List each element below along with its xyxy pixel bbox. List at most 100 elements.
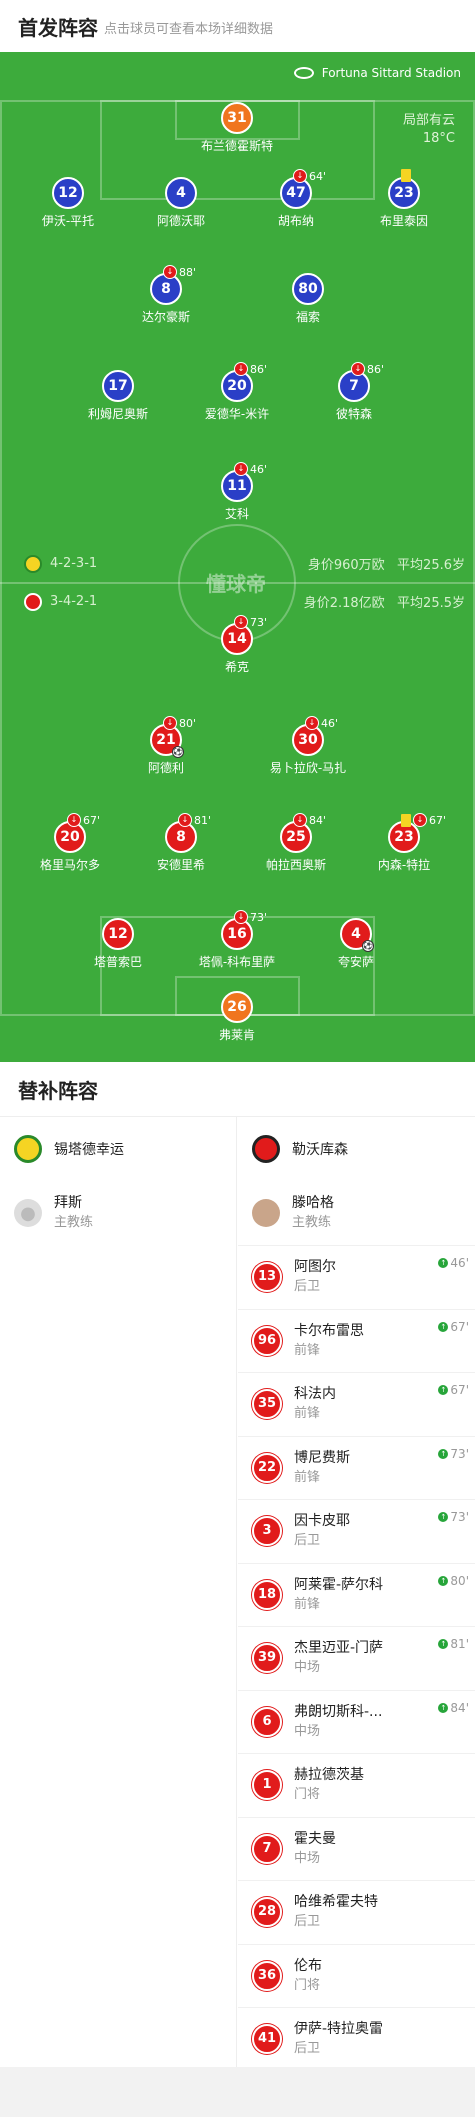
- away-coach[interactable]: 滕哈格 主教练: [238, 1181, 475, 1245]
- pitch-player[interactable]: 26 弗莱肯: [182, 991, 292, 1043]
- home-crest-icon: [14, 1135, 42, 1163]
- player-name: 塔普索巴: [93, 955, 142, 969]
- sub-name: 阿莱霍-萨尔科: [294, 1576, 384, 1593]
- pitch-player[interactable]: 11 ↓ 46' 艾科: [182, 462, 292, 522]
- pitch-player[interactable]: 30 ↓ 46' 易卜拉欣-马扎: [253, 716, 363, 776]
- sub-position: 前锋: [294, 1596, 321, 1612]
- player-event-badge: ↓ 73': [234, 910, 267, 924]
- player-number: 4: [165, 177, 197, 209]
- sub-name: 科法内: [294, 1386, 336, 1403]
- pitch-player[interactable]: 14 ↓ 73' 希克: [182, 615, 292, 675]
- sub-player-row[interactable]: 96 卡尔布雷思 前锋 ↑ 67': [238, 1308, 475, 1373]
- sub-out-icon: ↓: [305, 716, 319, 730]
- pitch-player[interactable]: 20 ↓ 86' 爱德华-米许: [182, 362, 292, 422]
- sub-in-icon: ↑: [438, 1258, 449, 1268]
- player-number: 4 ⚽: [340, 918, 374, 952]
- sub-player-row[interactable]: 18 阿莱霍-萨尔科 前锋 ↑ 80': [238, 1562, 475, 1627]
- pitch-player[interactable]: 23 布里泰因: [349, 169, 459, 229]
- player-name: 希克: [224, 660, 249, 674]
- player-event-badge: ↓ 64': [293, 169, 326, 183]
- player-name: 胡布纳: [277, 214, 314, 228]
- home-coach[interactable]: ● 拜斯 主教练: [0, 1181, 236, 1245]
- sub-out-icon: ↓: [178, 813, 192, 827]
- sub-player-row[interactable]: 7 霍夫曼 中场: [238, 1816, 475, 1881]
- sub-player-row[interactable]: 13 阿图尔 后卫 ↑ 46': [238, 1245, 475, 1309]
- player-event-badge: ↓ 80': [163, 716, 196, 730]
- sub-in-time: ↑ 80': [438, 1574, 469, 1588]
- sub-minute: 73': [250, 615, 268, 629]
- pitch-player[interactable]: 16 ↓ 73' 塔佩-科布里萨: [182, 910, 292, 970]
- lineup-title: 首发阵容: [18, 15, 98, 40]
- player-event-badge: ↓ 81': [178, 813, 211, 827]
- coach-avatar-icon: ●: [14, 1199, 42, 1227]
- sub-player-row[interactable]: 28 哈维希霍夫特 后卫: [238, 1880, 475, 1944]
- pitch-player[interactable]: 12 塔普索巴: [63, 918, 173, 970]
- sub-in-minute: 73': [450, 1510, 469, 1524]
- temperature: 18°C: [422, 131, 455, 146]
- pitch-player[interactable]: 4 ⚽ 夸安萨: [301, 918, 411, 970]
- sub-out-icon: ↓: [293, 813, 307, 827]
- pitch-player[interactable]: 4 阿德沃耶: [126, 177, 236, 229]
- player-number: 12: [52, 177, 84, 209]
- sub-position: 后卫: [294, 1533, 321, 1549]
- pitch-player[interactable]: 8 ↓ 88' 达尔豪斯: [111, 265, 221, 325]
- sub-player-row[interactable]: 35 科法内 前锋 ↑ 67': [238, 1372, 475, 1436]
- home-team-name: 锡塔德幸运: [54, 1142, 124, 1158]
- sub-name: 因卡皮耶: [294, 1513, 350, 1530]
- sub-in-icon: ↑: [438, 1321, 449, 1332]
- player-name: 爱德华-米许: [204, 407, 270, 421]
- pitch-player[interactable]: 20 ↓ 67' 格里马尔多: [15, 813, 125, 873]
- sub-position: 前锋: [294, 1342, 321, 1358]
- sub-player-row[interactable]: 1 赫拉德茨基 门将: [238, 1753, 475, 1817]
- sub-number: 36: [252, 1960, 282, 1991]
- sub-number: 18: [252, 1579, 282, 1610]
- sub-player-row[interactable]: 39 杰里迈亚-门萨 中场 ↑ 81': [238, 1626, 475, 1690]
- player-event-badge: ↓ 88': [163, 265, 196, 279]
- pitch-player[interactable]: 12 伊沃-平托: [13, 177, 123, 229]
- player-name: 易卜拉欣-马扎: [269, 761, 347, 775]
- sub-number: 13: [252, 1262, 282, 1293]
- player-name: 塔佩-科布里萨: [198, 955, 276, 969]
- sub-position: 后卫: [294, 1914, 321, 1930]
- pitch-player[interactable]: 31 布兰德霍斯特: [182, 102, 292, 154]
- sub-in-time: ↑ 73': [438, 1447, 469, 1461]
- player-name: 布兰德霍斯特: [200, 139, 273, 153]
- sub-position: 中场: [294, 1660, 321, 1676]
- sub-minute: 67': [429, 813, 447, 827]
- pitch-player[interactable]: 8 ↓ 81' 安德里希: [126, 813, 236, 873]
- home-coach-role: 主教练: [54, 1215, 94, 1230]
- sub-name: 伦布: [294, 1957, 322, 1974]
- pitch-player[interactable]: 17 利姆尼奥斯: [63, 370, 173, 422]
- pitch-player[interactable]: 47 ↓ 64' 胡布纳: [241, 169, 351, 229]
- player-name: 彼特森: [335, 407, 372, 421]
- sub-minute: 67': [83, 813, 101, 827]
- away-team-row[interactable]: 勒沃库森: [238, 1117, 475, 1181]
- sub-minute: 86': [367, 362, 385, 376]
- away-coach-role: 主教练: [292, 1215, 332, 1230]
- pitch-player[interactable]: 25 ↓ 84' 帕拉西奥斯: [241, 813, 351, 873]
- sub-in-time: ↑ 67': [438, 1383, 469, 1397]
- sub-out-icon: ↓: [234, 910, 248, 924]
- sub-player-row[interactable]: 3 因卡皮耶 后卫 ↑ 73': [238, 1499, 475, 1563]
- sub-player-row[interactable]: 6 弗朗切斯科-... 中场 ↑ 84': [238, 1689, 475, 1754]
- sub-player-row[interactable]: 41 伊萨-特拉奥雷 后卫: [238, 2007, 475, 2071]
- home-team-row[interactable]: 锡塔德幸运: [0, 1117, 236, 1181]
- pitch-player[interactable]: 23 ↓ 67' 内森-特拉: [349, 813, 459, 873]
- sub-name: 博尼费斯: [294, 1449, 350, 1466]
- sub-player-row[interactable]: 36 伦布 门将: [238, 1943, 475, 2008]
- sub-out-icon: ↓: [234, 615, 248, 629]
- player-event-badge: ↓ 46': [305, 716, 338, 730]
- home-team-info: 4-2-3-1 身价960万欧 平均25.6岁: [24, 554, 465, 573]
- away-formation: 3-4-2-1: [50, 594, 98, 609]
- player-name: 利姆尼奥斯: [87, 407, 148, 421]
- pitch-player[interactable]: 7 ↓ 86' 彼特森: [299, 362, 409, 422]
- sub-minute: 64': [309, 169, 327, 183]
- pitch-player[interactable]: 21 ⚽ ↓ 80' 阿德利: [111, 716, 221, 776]
- player-event-badge: ↓ 86': [351, 362, 384, 376]
- sub-number: 6: [252, 1706, 282, 1737]
- player-number: 17: [102, 370, 134, 402]
- sub-player-row[interactable]: 22 博尼费斯 前锋 ↑ 73': [238, 1435, 475, 1500]
- player-name: 阿德利: [147, 761, 184, 775]
- sub-in-icon: ↑: [438, 1385, 449, 1395]
- pitch-player[interactable]: 80 福索: [253, 273, 363, 325]
